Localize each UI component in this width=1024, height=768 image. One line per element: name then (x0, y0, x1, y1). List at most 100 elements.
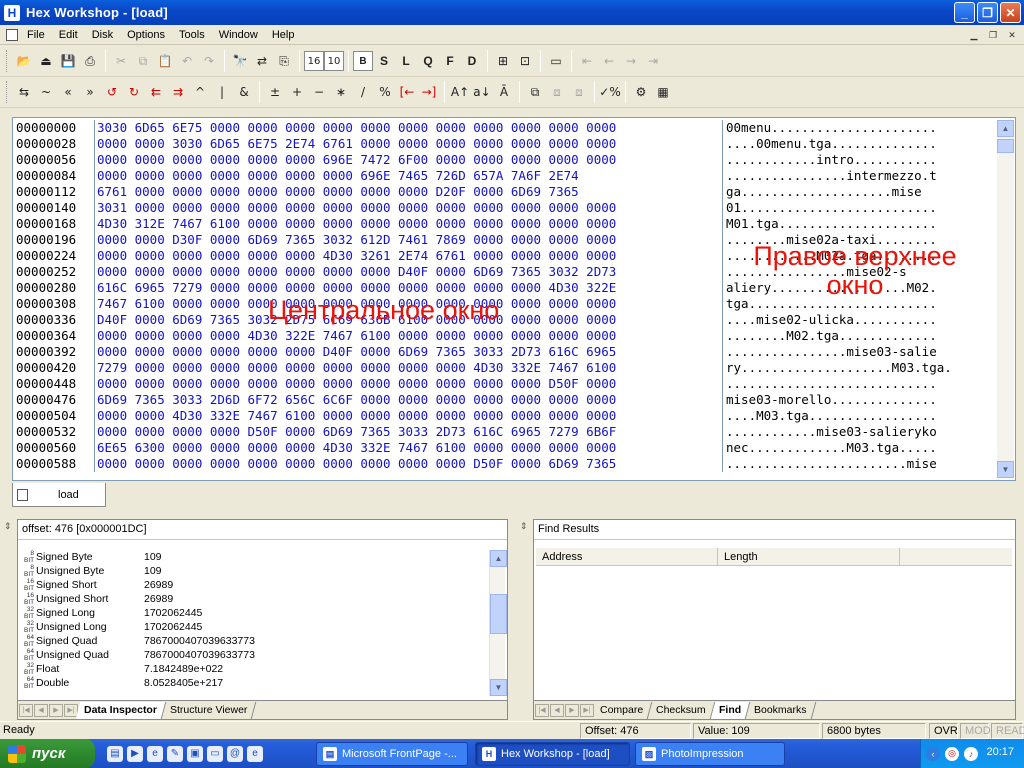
row-offset[interactable]: 00000084 (13, 168, 95, 184)
hex-row[interactable]: 00000056 0000 0000 0000 0000 0000 0000 69… (13, 152, 993, 168)
row-hex[interactable]: 0000 0000 0000 0000 D50F 0000 6D69 7365 … (95, 424, 723, 440)
row-offset[interactable]: 00000168 (13, 216, 95, 232)
row-hex[interactable]: 0000 0000 0000 0000 0000 0000 4D30 3261 … (95, 248, 723, 264)
file-tab-load[interactable]: load (12, 483, 106, 507)
desktop-icon[interactable]: ▤ (107, 745, 123, 762)
find-icon[interactable]: 🔭 (229, 50, 251, 72)
copy-icon[interactable]: ⧉ (132, 50, 154, 72)
block-left-icon[interactable]: [← (396, 81, 418, 103)
divide-op-button[interactable]: / (352, 81, 374, 103)
row-ascii[interactable]: ....mise02-ulicka........... (723, 312, 937, 328)
row-offset[interactable]: 00000000 (13, 120, 95, 136)
inspector-scrollbar[interactable]: ▲ ▼ (489, 550, 507, 696)
hex-row[interactable]: 00000196 0000 0000 D30F 0000 6D69 7365 30… (13, 232, 993, 248)
row-offset[interactable]: 00000560 (13, 440, 95, 456)
row-offset[interactable]: 00000140 (13, 200, 95, 216)
row-ascii[interactable]: ........................mise (723, 456, 937, 472)
row-offset[interactable]: 00000588 (13, 456, 95, 472)
compare-next-icon[interactable]: ⧈ (568, 81, 590, 103)
scroll-up-icon[interactable]: ▲ (997, 120, 1014, 137)
negate-icon[interactable]: ± (264, 81, 286, 103)
hex-row[interactable]: 00000588 0000 0000 0000 0000 0000 0000 00… (13, 456, 993, 472)
checksum-icon[interactable]: ✓% (599, 81, 621, 103)
row-hex[interactable]: 0000 0000 0000 0000 0000 0000 D40F 0000 … (95, 344, 723, 360)
row-offset[interactable]: 00000532 (13, 424, 95, 440)
inspector-row[interactable]: 8 BIT Unsigned Byte 109 (20, 564, 492, 578)
scroll-thumb[interactable] (490, 594, 507, 634)
row-offset[interactable]: 00000280 (13, 280, 95, 296)
row-offset[interactable]: 00000056 (13, 152, 95, 168)
row-hex[interactable]: D40F 0000 6D69 7365 3032 2D75 6C69 636B … (95, 312, 723, 328)
base-16-button[interactable]: 16 (304, 51, 324, 71)
row-hex[interactable]: 4D30 312E 7467 6100 0000 0000 0000 0000 … (95, 216, 723, 232)
row-ascii[interactable]: mise03-morello.............. (723, 392, 937, 408)
media-player-icon[interactable]: ▶ (127, 745, 143, 762)
row-offset[interactable]: 00000028 (13, 136, 95, 152)
ie-icon[interactable]: e (247, 745, 263, 762)
rotate-right-icon[interactable]: ↻ (123, 81, 145, 103)
title-bar[interactable]: H Hex Workshop - [load] _ ❐ ✕ (0, 0, 1024, 25)
panel-grip-icon[interactable]: ⇕ (4, 521, 16, 536)
rotate-left-icon[interactable]: ↺ (101, 81, 123, 103)
paste-icon[interactable]: 📋 (154, 50, 176, 72)
minimize-button[interactable]: _ (954, 2, 975, 23)
antivirus-icon[interactable]: ◎ (945, 746, 959, 761)
inspector-row[interactable]: 32 BIT Signed Long 1702062445 (20, 606, 492, 620)
inspector-row[interactable]: 64 BIT Unsigned Quad 7867000407039633773 (20, 648, 492, 662)
row-hex[interactable]: 0000 0000 0000 0000 0000 0000 0000 0000 … (95, 264, 723, 280)
row-ascii[interactable]: ....00menu.tga.............. (723, 136, 937, 152)
row-offset[interactable]: 00000336 (13, 312, 95, 328)
row-hex[interactable]: 6E65 6300 0000 0000 0000 0000 4D30 332E … (95, 440, 723, 456)
row-ascii[interactable]: ................mise02-s (723, 264, 907, 280)
row-offset[interactable]: 00000448 (13, 376, 95, 392)
compare-icon[interactable]: ⧉ (524, 81, 546, 103)
scroll-thumb[interactable] (997, 139, 1014, 153)
row-ascii[interactable]: ............intro........... (723, 152, 937, 168)
volume-icon[interactable]: ♪ (964, 746, 978, 761)
mdi-close-button[interactable]: ✕ (1004, 28, 1020, 42)
row-hex[interactable]: 0000 0000 0000 0000 0000 0000 0000 0000 … (95, 376, 723, 392)
inspector-row[interactable]: 16 BIT Signed Short 26989 (20, 578, 492, 592)
hex-row[interactable]: 00000252 0000 0000 0000 0000 0000 0000 00… (13, 264, 993, 280)
hex-row[interactable]: 00000028 0000 0000 3030 6D65 6E75 2E74 67… (13, 136, 993, 152)
cut-icon[interactable]: ✂ (110, 50, 132, 72)
column-length[interactable]: Length (718, 548, 900, 566)
hex-row[interactable]: 00000000 3030 6D65 6E75 0000 0000 0000 00… (13, 120, 993, 136)
row-ascii[interactable]: ry....................M03.tga. (723, 360, 952, 376)
row-offset[interactable]: 00000308 (13, 296, 95, 312)
redo-icon[interactable]: ↷ (198, 50, 220, 72)
row-ascii[interactable]: ............................ (723, 376, 937, 392)
row-ascii[interactable]: ................mise03-salie (723, 344, 937, 360)
mdi-minimize-button[interactable]: ▁ (966, 28, 982, 42)
start-button[interactable]: пуск (0, 739, 95, 768)
compare-prev-icon[interactable]: ⧈ (546, 81, 568, 103)
inspector-row[interactable]: 64 BIT Double 8.0528405e+217 (20, 676, 492, 690)
swap-icon[interactable]: ⇆ (13, 81, 35, 103)
byte-mode-button[interactable]: B (353, 51, 373, 71)
row-hex[interactable]: 0000 0000 0000 0000 0000 0000 0000 696E … (95, 168, 723, 184)
hex-row[interactable]: 00000448 0000 0000 0000 0000 0000 0000 00… (13, 376, 993, 392)
row-ascii[interactable]: aliery..................M02. (723, 280, 937, 296)
tab-bookmarks[interactable]: Bookmarks (745, 701, 816, 719)
row-offset[interactable]: 00000252 (13, 264, 95, 280)
undo-icon[interactable]: ↶ (176, 50, 198, 72)
calculator-icon[interactable]: ▦ (652, 81, 674, 103)
block-shift-left-icon[interactable]: ⇇ (145, 81, 167, 103)
float-mode-button[interactable]: F (439, 50, 461, 72)
tab-prev-icon[interactable]: ◀ (550, 703, 564, 717)
tab-checksum[interactable]: Checksum (647, 701, 716, 719)
row-hex[interactable]: 7467 6100 0000 0000 0000 0000 0000 0000 … (95, 296, 723, 312)
multiply-op-button[interactable]: ∗ (330, 81, 352, 103)
row-ascii[interactable]: nec.............M03.tga..... (723, 440, 937, 456)
forward-icon[interactable]: → (620, 50, 642, 72)
tab-next-icon[interactable]: ▶ (49, 703, 63, 717)
row-offset[interactable]: 00000504 (13, 408, 95, 424)
mod-op-button[interactable]: % (374, 81, 396, 103)
hex-vertical-scrollbar[interactable]: ▲ ▼ (997, 120, 1014, 478)
print-icon[interactable]: ⎙ (79, 50, 101, 72)
row-offset[interactable]: 00000364 (13, 328, 95, 344)
row-ascii[interactable]: ........M02.tga............. (723, 328, 937, 344)
hex-row[interactable]: 00000168 4D30 312E 7467 6100 0000 0000 00… (13, 216, 993, 232)
scroll-down-icon[interactable]: ▼ (997, 461, 1014, 478)
app-icon[interactable]: ▣ (187, 745, 203, 762)
